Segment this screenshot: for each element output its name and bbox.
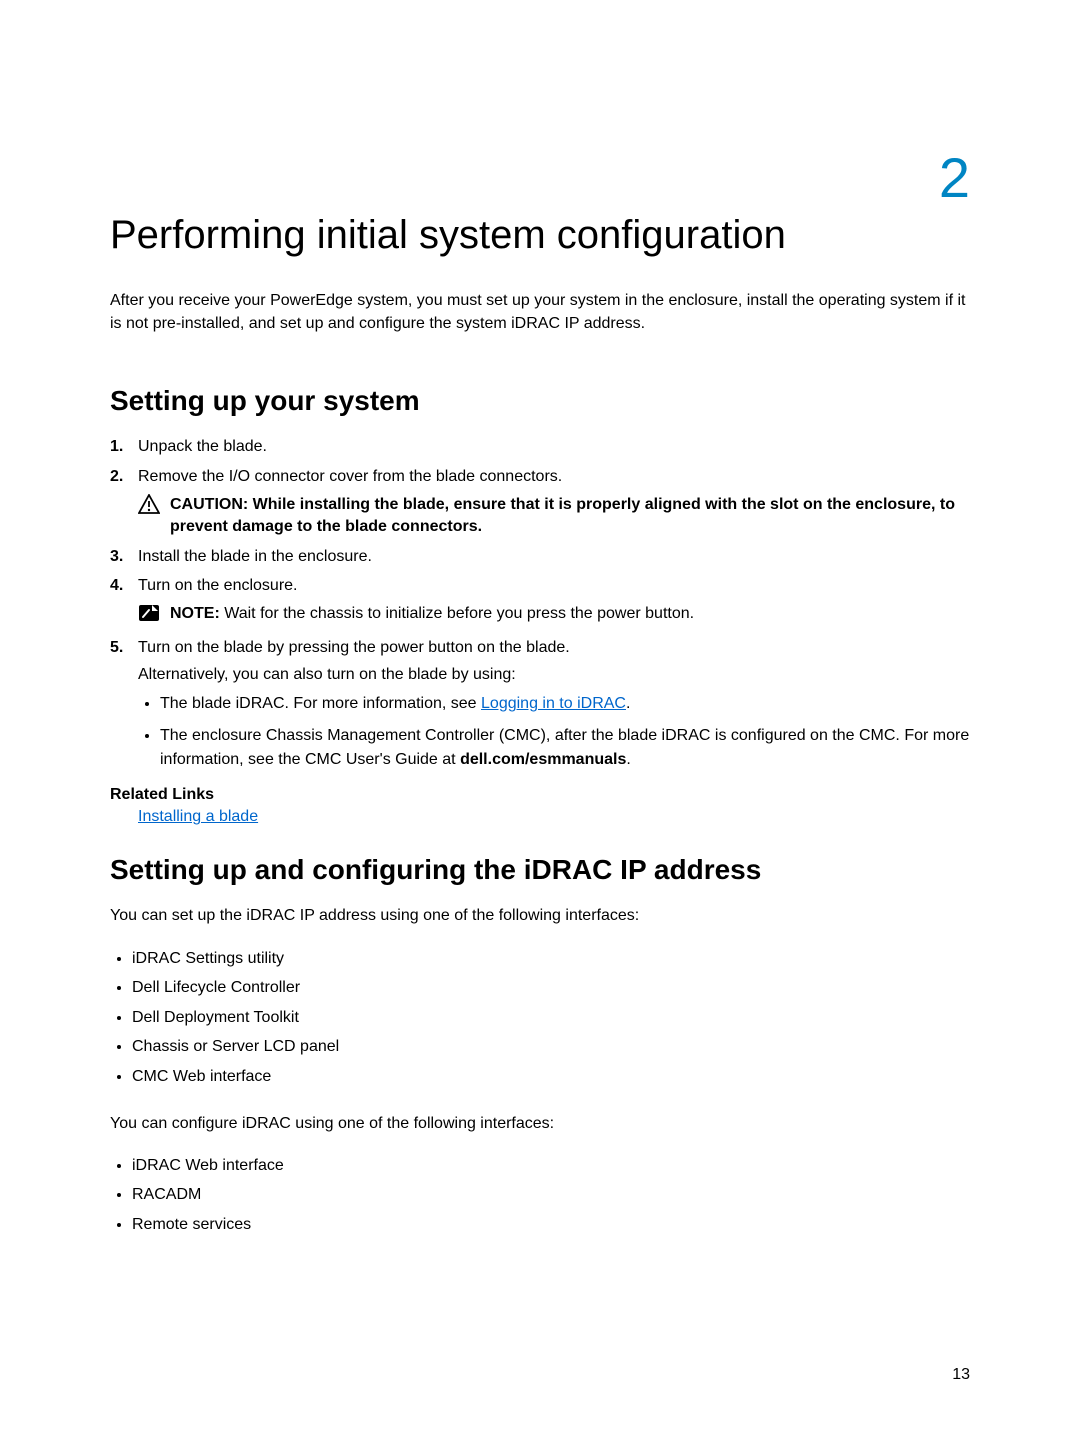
sub-bullet-cmc-after: . <box>626 751 630 768</box>
chapter-intro: After you receive your PowerEdge system,… <box>110 289 970 335</box>
sub-bullet-idrac: The blade iDRAC. For more information, s… <box>160 692 970 716</box>
sub-bullet-cmc: The enclosure Chassis Management Control… <box>160 724 970 772</box>
list-item: Dell Lifecycle Controller <box>132 975 970 1001</box>
page-number: 13 <box>952 1366 970 1384</box>
step-5-line1: Turn on the blade by pressing the power … <box>138 639 570 656</box>
note-callout: NOTE: Wait for the chassis to initialize… <box>138 603 970 630</box>
chapter-title: Performing initial system configuration <box>110 211 970 259</box>
section-title-idrac: Setting up and configuring the iDRAC IP … <box>110 854 970 886</box>
idrac-para1: You can set up the iDRAC IP address usin… <box>110 904 970 927</box>
chapter-number: 2 <box>110 150 970 206</box>
step-1: Unpack the blade. <box>110 435 970 458</box>
sub-bullet-idrac-after: . <box>626 695 630 712</box>
document-page: 2 Performing initial system configuratio… <box>0 0 1080 1434</box>
related-links-heading: Related Links <box>110 786 970 804</box>
note-icon <box>138 603 160 630</box>
note-body: Wait for the chassis to initialize befor… <box>224 605 694 622</box>
sub-bullet-cmc-bold: dell.com/esmmanuals <box>460 751 626 768</box>
list-item: iDRAC Web interface <box>132 1153 970 1179</box>
step-5-sublist: The blade iDRAC. For more information, s… <box>138 692 970 772</box>
idrac-config-list: iDRAC Web interface RACADM Remote servic… <box>110 1153 970 1238</box>
step-5: Turn on the blade by pressing the power … <box>110 636 970 772</box>
list-item: iDRAC Settings utility <box>132 946 970 972</box>
section-title-setup: Setting up your system <box>110 385 970 417</box>
step-5-line2: Alternatively, you can also turn on the … <box>138 663 970 686</box>
step-2: Remove the I/O connector cover from the … <box>110 465 970 539</box>
procedure-steps: Unpack the blade. Remove the I/O connect… <box>110 435 970 772</box>
list-item: CMC Web interface <box>132 1064 970 1090</box>
idrac-para2: You can configure iDRAC using one of the… <box>110 1112 970 1135</box>
caution-prefix: CAUTION: <box>170 496 253 513</box>
step-4-text: Turn on the enclosure. <box>138 577 298 594</box>
caution-icon <box>138 494 160 521</box>
list-item: Remote services <box>132 1212 970 1238</box>
link-logging-in-idrac[interactable]: Logging in to iDRAC <box>481 695 626 712</box>
caution-body: While installing the blade, ensure that … <box>170 496 955 535</box>
list-item: RACADM <box>132 1182 970 1208</box>
related-link-row: Installing a blade <box>138 808 970 826</box>
sub-bullet-idrac-before: The blade iDRAC. For more information, s… <box>160 695 481 712</box>
list-item: Dell Deployment Toolkit <box>132 1005 970 1031</box>
note-prefix: NOTE: <box>170 605 224 622</box>
caution-text: CAUTION: While installing the blade, ens… <box>170 494 970 539</box>
note-text: NOTE: Wait for the chassis to initialize… <box>170 603 694 625</box>
step-4: Turn on the enclosure. NOTE: Wait for th… <box>110 574 970 630</box>
list-item: Chassis or Server LCD panel <box>132 1034 970 1060</box>
link-installing-blade[interactable]: Installing a blade <box>138 808 258 825</box>
step-2-text: Remove the I/O connector cover from the … <box>138 468 562 485</box>
step-3: Install the blade in the enclosure. <box>110 545 970 568</box>
caution-callout: CAUTION: While installing the blade, ens… <box>138 494 970 539</box>
idrac-setup-list: iDRAC Settings utility Dell Lifecycle Co… <box>110 946 970 1090</box>
